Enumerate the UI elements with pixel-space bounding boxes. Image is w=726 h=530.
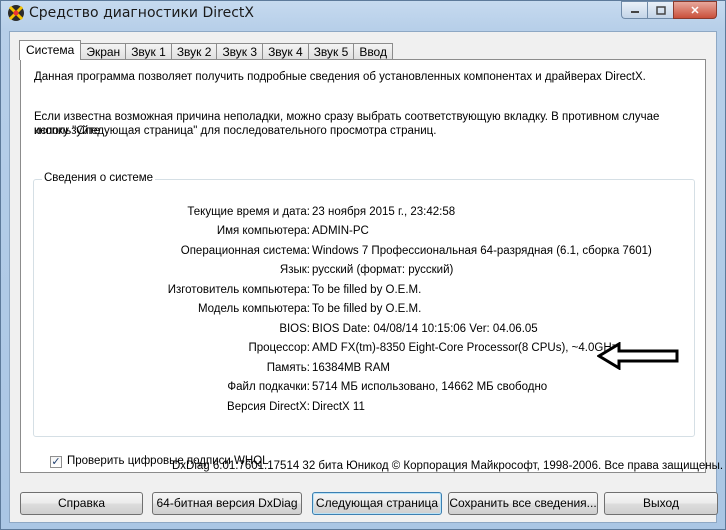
info-row-directx-version: Версия DirectX: DirectX 11 [34, 401, 694, 417]
save-all-info-button[interactable]: Сохранить все сведения... [448, 492, 598, 515]
close-icon: ✕ [690, 4, 700, 17]
tab-system[interactable]: Система [19, 40, 82, 60]
info-row-bios: BIOS: BIOS Date: 04/08/14 10:15:06 Ver: … [34, 323, 694, 339]
tab-input[interactable]: Ввод [353, 43, 393, 60]
tab-display[interactable]: Экран [80, 43, 127, 60]
system-tab-panel: Данная программа позволяет получить подр… [20, 59, 706, 473]
info-value: AMD FX(tm)-8350 Eight-Core Processor [312, 342, 519, 354]
dxdiag-64bit-button[interactable]: 64-битная версия DxDiag [152, 492, 302, 515]
info-label: Изготовитель компьютера: [167, 284, 310, 296]
info-row-os: Операционная система: Windows 7 Професси… [34, 245, 694, 261]
info-label: Память: [266, 362, 310, 374]
caption-buttons: ✕ [621, 1, 717, 19]
info-value: To be filled by O.E.M. [312, 284, 422, 296]
info-row-language: Язык: русский (формат: русский) [34, 264, 694, 280]
tab-strip: Система Экран Звук 1 Звук 2 Звук 3 Звук … [19, 40, 393, 60]
left-arrow-annotation-icon [597, 342, 679, 370]
info-value: 23 ноября 2015 г., 23:42:58 [312, 206, 456, 218]
info-value: BIOS Date: 04/08/14 10:15:06 Ver: 04.06.… [312, 323, 538, 335]
info-row-page-file: Файл подкачки: 5714 МБ использовано, 146… [34, 381, 694, 397]
close-button[interactable]: ✕ [673, 1, 717, 19]
info-value: Windows 7 Профессиональная 64-разрядная … [312, 245, 652, 257]
tab-sound-4[interactable]: Звук 4 [262, 43, 309, 60]
info-label: BIOS: [279, 323, 310, 335]
info-value: DirectX 11 [312, 401, 365, 413]
info-value: To be filled by O.E.M. [312, 303, 422, 315]
system-info-group-title: Сведения о системе [42, 172, 156, 184]
whql-checkbox[interactable]: ✓ [50, 456, 62, 468]
intro-text-1: Данная программа позволяет получить подр… [34, 71, 646, 83]
info-label: Язык: [279, 264, 310, 276]
info-row-computer-name: Имя компьютера: ADMIN-PC [34, 225, 694, 241]
info-label: Файл подкачки: [227, 381, 310, 393]
title-bar[interactable]: Средство диагностики DirectX ✕ [1, 1, 725, 27]
info-row-manufacturer: Изготовитель компьютера: To be filled by… [34, 284, 694, 300]
window-title: Средство диагностики DirectX [29, 5, 254, 21]
minimize-icon [630, 11, 639, 13]
info-value: русский (формат: русский) [312, 264, 454, 276]
info-value: 16384MB RAM [312, 362, 390, 374]
tab-sound-5[interactable]: Звук 5 [307, 43, 355, 60]
info-label: Модель компьютера: [197, 303, 310, 315]
info-value: ADMIN-PC [312, 225, 369, 237]
dxdiag-app-icon [8, 5, 24, 21]
info-value: 5714 МБ использовано, 14662 МБ свободно [312, 381, 548, 393]
info-label: Текущие время и дата: [187, 206, 310, 218]
info-row-memory: Память: 16384MB RAM [34, 362, 694, 378]
info-label: Версия DirectX: [227, 401, 310, 413]
copyright-footer: DxDiag 6.01.7601.17514 32 бита Юникод © … [172, 460, 724, 472]
info-label: Имя компьютера: [216, 225, 310, 237]
exit-button[interactable]: Выход [604, 492, 718, 515]
next-page-button[interactable]: Следующая страница [312, 492, 442, 515]
help-button[interactable]: Справка [20, 492, 143, 515]
dialog-client-area: Система Экран Звук 1 Звук 2 Звук 3 Звук … [9, 31, 723, 523]
tab-sound-1[interactable]: Звук 1 [125, 43, 172, 60]
info-label: Операционная система: [180, 245, 310, 257]
info-row-model: Модель компьютера: To be filled by O.E.M… [34, 303, 694, 319]
system-info-group: Сведения о системе Текущие время и дата:… [33, 172, 695, 437]
info-row-datetime: Текущие время и дата: 23 ноября 2015 г.,… [34, 206, 694, 222]
tab-sound-3[interactable]: Звук 3 [216, 43, 264, 60]
info-label: Процессор: [248, 342, 310, 354]
maximize-button[interactable] [647, 1, 673, 19]
dxdiag-window: Средство диагностики DirectX ✕ Система Э… [0, 0, 726, 530]
maximize-icon [655, 5, 666, 15]
tab-sound-2[interactable]: Звук 2 [170, 43, 218, 60]
minimize-button[interactable] [621, 1, 647, 19]
intro-text-3: кнопку "Следующая страница" для последов… [34, 125, 437, 137]
info-row-processor: Процессор: AMD FX(tm)-8350 Eight-Core Pr… [34, 342, 694, 358]
